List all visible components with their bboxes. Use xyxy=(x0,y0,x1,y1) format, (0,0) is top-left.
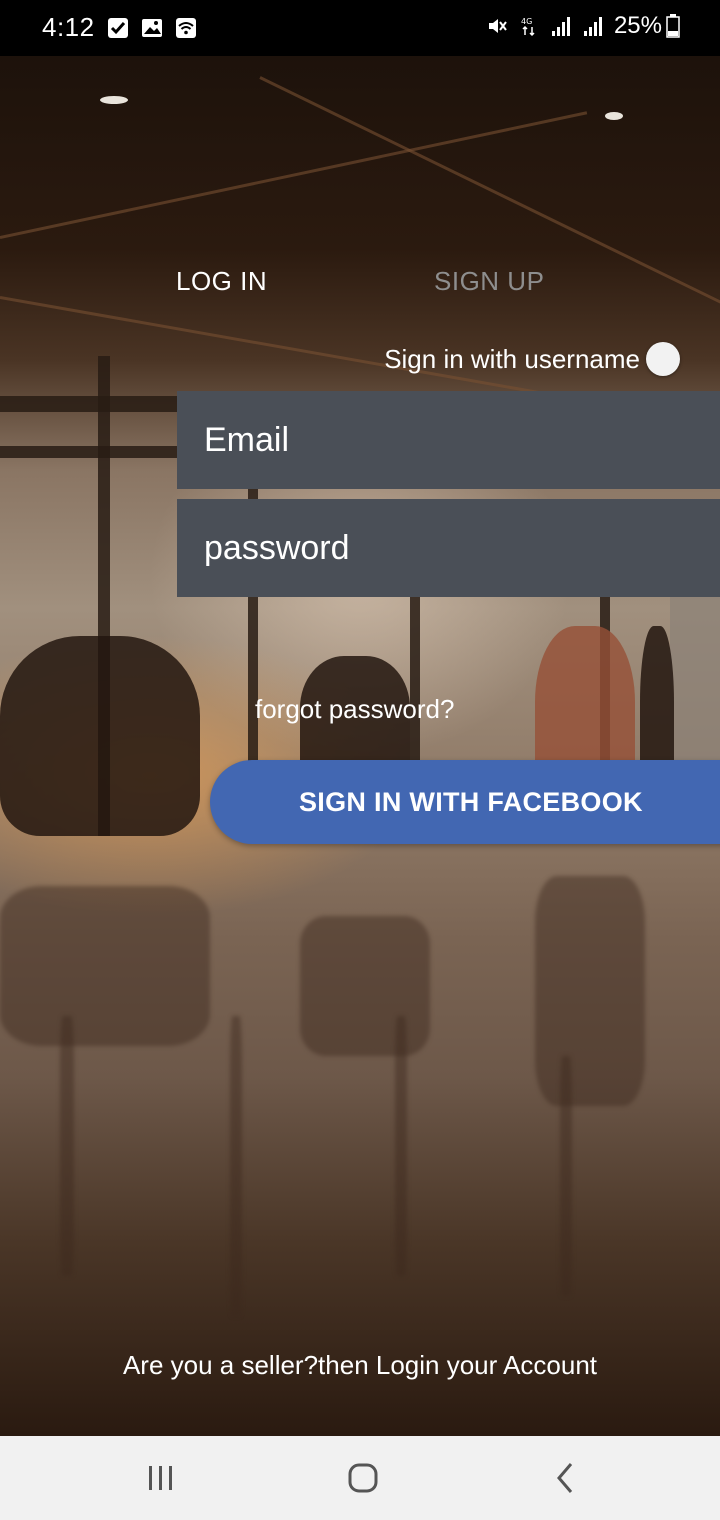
mute-icon xyxy=(488,19,507,33)
status-time: 4:12 xyxy=(42,12,95,42)
person-silhouette xyxy=(0,636,200,836)
floor-reflection xyxy=(230,1016,242,1316)
window-frame xyxy=(0,446,177,458)
password-field[interactable] xyxy=(177,499,720,597)
floor-reflection xyxy=(0,886,210,1046)
system-nav-bar xyxy=(0,1436,720,1520)
image-icon xyxy=(141,18,162,37)
floor-reflection xyxy=(395,1016,407,1276)
ceiling-light xyxy=(605,112,623,120)
forgot-password-link[interactable]: forgot password? xyxy=(255,694,454,725)
wifi-icon xyxy=(175,17,196,38)
floor-reflection xyxy=(535,876,645,1106)
back-icon[interactable] xyxy=(535,1456,595,1500)
email-field[interactable] xyxy=(177,391,720,489)
facebook-signin-button[interactable]: SIGN IN WITH FACEBOOK xyxy=(210,760,720,844)
signal-icon xyxy=(551,17,570,36)
ceiling-light xyxy=(100,96,128,104)
home-icon[interactable] xyxy=(332,1456,392,1500)
floor-reflection xyxy=(60,1016,74,1276)
ceiling-beam xyxy=(0,111,588,239)
recents-icon[interactable] xyxy=(131,1456,191,1500)
tab-signup[interactable]: SIGN UP xyxy=(434,266,544,297)
battery-percentage: 25% xyxy=(613,12,662,39)
battery-icon xyxy=(666,14,680,38)
tab-login[interactable]: LOG IN xyxy=(176,266,267,297)
seller-login-link[interactable]: Are you a seller?then Login your Account xyxy=(0,1350,720,1381)
floor-reflection xyxy=(560,1056,572,1296)
username-toggle[interactable] xyxy=(646,342,680,376)
svg-text:4G: 4G xyxy=(521,17,532,26)
background-photo xyxy=(0,56,720,1436)
signal-icon xyxy=(583,17,602,36)
4g-icon: 4G xyxy=(521,17,535,37)
status-right: 4G 25% xyxy=(486,12,680,40)
status-bar: 4:12 4G 25% xyxy=(0,0,720,56)
auth-tabs: LOG IN SIGN UP xyxy=(0,266,720,306)
floor-reflection xyxy=(300,916,430,1056)
username-toggle-label: Sign in with username xyxy=(384,343,640,374)
username-toggle-row: Sign in with username xyxy=(384,342,680,376)
status-left: 4:12 xyxy=(42,12,197,43)
check-icon xyxy=(107,17,128,38)
